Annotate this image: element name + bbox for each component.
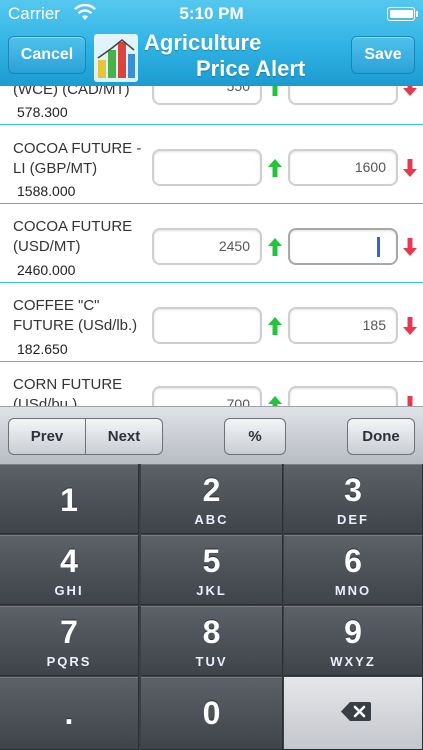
app-title-line1: Agriculture — [144, 30, 262, 55]
key-digit: 7 — [60, 614, 78, 650]
save-button[interactable]: Save — [351, 36, 415, 74]
down-arrow-icon — [403, 396, 417, 406]
key-letters: DEF — [337, 512, 369, 527]
key-digit: 6 — [344, 543, 362, 579]
battery-icon — [387, 7, 418, 21]
key-0[interactable]: 0 — [141, 677, 283, 750]
upper-alert-field[interactable]: 2450 — [152, 228, 262, 265]
key-digit: 0 — [202, 695, 221, 731]
upper-alert-field[interactable]: 550 — [152, 86, 262, 105]
key-letters: TUV — [195, 654, 228, 669]
lower-alert-field[interactable] — [288, 386, 398, 406]
key-7[interactable]: 7 PQRS — [0, 606, 139, 676]
list-item: COCOA FUTURE (USD/MT) 2460.000 2450 — [0, 204, 423, 283]
key-letters: JKL — [196, 583, 227, 598]
down-arrow-icon — [403, 159, 417, 177]
upper-alert-field[interactable] — [152, 149, 262, 186]
commodity-name: (WCE) (CAD/MT) — [13, 86, 130, 98]
text-cursor — [377, 237, 380, 257]
key-1[interactable]: 1 — [0, 464, 139, 534]
lower-alert-field[interactable] — [288, 86, 398, 105]
up-arrow-icon — [268, 86, 282, 96]
up-arrow-icon — [268, 238, 282, 256]
key-digit: . — [64, 695, 74, 731]
current-price: 182.650 — [17, 341, 68, 357]
key-3[interactable]: 3 DEF — [284, 464, 423, 534]
key-digit: 5 — [202, 543, 221, 579]
number-keypad: 1 2 ABC 3 DEF 4 GHI 5 JKL 6 MNO 7 PQRS 8… — [0, 464, 423, 750]
cancel-button[interactable]: Cancel — [8, 36, 86, 74]
key-4[interactable]: 4 GHI — [0, 535, 139, 605]
key-8[interactable]: 8 TUV — [141, 606, 283, 676]
key-9[interactable]: 9 WXYZ — [284, 606, 423, 676]
list-item: (WCE) (CAD/MT) 578.300 550 — [0, 86, 423, 125]
current-price: 1588.000 — [17, 183, 76, 199]
down-arrow-icon — [403, 86, 417, 96]
commodity-name: COCOA FUTURE - LI (GBP/MT) — [13, 140, 142, 177]
lower-alert-field[interactable]: 185 — [288, 307, 398, 344]
key-digit: 4 — [60, 543, 78, 579]
upper-alert-field[interactable]: 700 — [152, 386, 262, 406]
key-6[interactable]: 6 MNO — [284, 535, 423, 605]
list-item: COFFEE "C" FUTURE (USd/lb.) 182.650 185 — [0, 283, 423, 362]
current-price: 2460.000 — [17, 262, 76, 278]
keyboard-toolbar: Prev Next % Done — [0, 406, 423, 464]
key-digit: 1 — [60, 482, 78, 518]
down-arrow-icon — [403, 317, 417, 335]
backspace-key[interactable] — [284, 677, 423, 750]
app-logo-icon — [94, 34, 138, 82]
lower-alert-field[interactable]: 1600 — [288, 149, 398, 186]
list-item: CORN FUTURE (USd/bu.) 700 — [0, 362, 423, 406]
commodity-name: COCOA FUTURE (USD/MT) — [13, 218, 133, 255]
key-decimal[interactable]: . — [0, 677, 139, 750]
prev-button[interactable]: Prev — [8, 418, 86, 455]
backspace-icon — [341, 702, 371, 721]
upper-alert-field[interactable] — [152, 307, 262, 344]
key-digit: 2 — [202, 472, 221, 508]
alert-list[interactable]: (WCE) (CAD/MT) 578.300 550 COCOA FUTURE … — [0, 86, 423, 406]
key-letters: ABC — [194, 512, 229, 527]
key-digit: 9 — [344, 614, 362, 650]
down-arrow-icon — [403, 238, 417, 256]
key-5[interactable]: 5 JKL — [141, 535, 283, 605]
status-bar: Carrier 5:10 PM — [0, 0, 423, 28]
up-arrow-icon — [268, 396, 282, 406]
key-2[interactable]: 2 ABC — [141, 464, 283, 534]
done-button[interactable]: Done — [347, 418, 415, 455]
app-title: Agriculture Price Alert — [144, 30, 354, 82]
key-letters: PQRS — [46, 654, 92, 669]
next-button[interactable]: Next — [85, 418, 163, 455]
commodity-name: CORN FUTURE (USd/bu.) — [13, 376, 123, 406]
list-item: COCOA FUTURE - LI (GBP/MT) 1588.000 1600 — [0, 125, 423, 204]
current-price: 578.300 — [17, 104, 68, 120]
commodity-name: COFFEE "C" FUTURE (USd/lb.) — [13, 297, 138, 334]
app-title-line2: Price Alert — [196, 56, 306, 81]
key-digit: 3 — [344, 472, 362, 508]
top-bar: Carrier 5:10 PM Cancel Agriculture Price… — [0, 0, 423, 86]
key-digit: 8 — [202, 614, 221, 650]
up-arrow-icon — [268, 317, 282, 335]
up-arrow-icon — [268, 159, 282, 177]
lower-alert-field-active[interactable] — [288, 228, 398, 265]
percent-button[interactable]: % — [224, 418, 286, 455]
key-letters: GHI — [54, 583, 84, 598]
status-time: 5:10 PM — [179, 4, 244, 23]
key-letters: MNO — [334, 583, 372, 598]
key-letters: WXYZ — [330, 654, 376, 669]
